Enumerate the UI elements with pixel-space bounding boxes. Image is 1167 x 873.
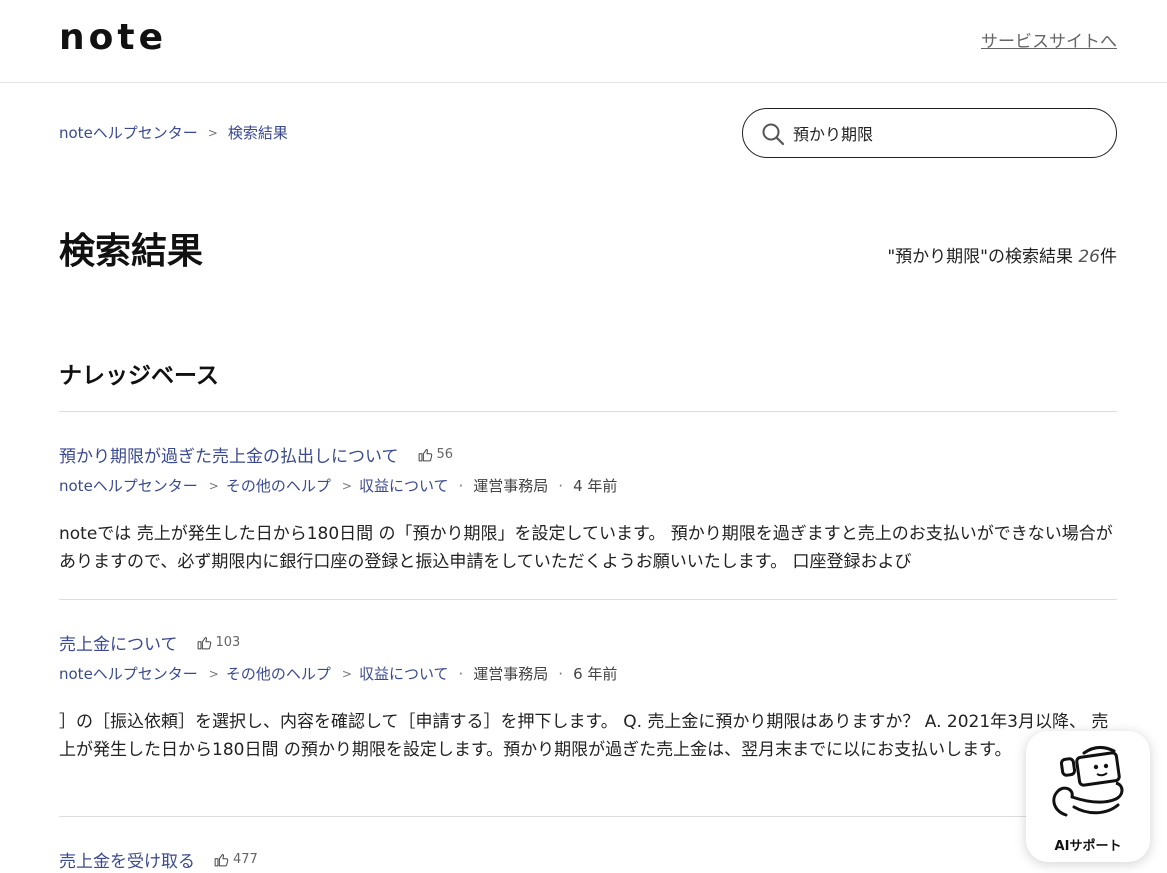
crumb-category[interactable]: その他のヘルプ	[226, 663, 331, 684]
thumbs-up-icon	[197, 636, 211, 649]
meta-dot: ·	[558, 476, 564, 495]
note-logo[interactable]: note	[59, 18, 167, 58]
result-age: 4 年前	[573, 477, 618, 495]
divider	[59, 411, 1117, 412]
divider	[59, 599, 1117, 600]
ai-support-button[interactable]: AIサポート	[1026, 731, 1150, 862]
result-age: 6 年前	[573, 665, 618, 683]
search-icon	[762, 123, 785, 146]
ai-support-label: AIサポート	[1054, 839, 1122, 854]
vote-count: 103	[196, 634, 241, 651]
thumbs-up-icon	[418, 448, 432, 461]
thumbs-up-icon	[214, 853, 229, 866]
breadcrumb: noteヘルプセンター > 検索結果	[59, 122, 288, 143]
search-result: 売上金を受け取る 477	[59, 846, 1119, 872]
crumb-separator: >	[341, 478, 352, 493]
result-snippet: noteでは 売上が発生した日から180日間 の「預かり期限」を設定しています。…	[59, 524, 1113, 572]
vote-number: 103	[215, 634, 241, 650]
crumb-separator: >	[208, 666, 219, 681]
result-title[interactable]: 売上金について	[59, 630, 178, 655]
result-meta: noteヘルプセンター > その他のヘルプ > 収益について · 運営事務局 ·…	[59, 663, 1119, 684]
crumb-section[interactable]: 収益について	[359, 475, 449, 496]
crumb-separator: >	[208, 478, 219, 493]
breadcrumb-separator: >	[207, 125, 218, 140]
site-header: note サービスサイトへ	[0, 0, 1167, 83]
result-snippet: ］の［振込依頼］を選択し、内容を確認して［申請する］を押下します。 Q. 売上金…	[59, 712, 1109, 760]
vote-count: 477	[213, 851, 258, 868]
crumb-home[interactable]: noteヘルプセンター	[59, 663, 198, 684]
search-input[interactable]	[793, 119, 1093, 147]
meta-dot: ·	[558, 664, 564, 683]
result-author: 運営事務局	[473, 477, 549, 495]
crumb-separator: >	[341, 666, 352, 681]
result-count: "預かり期限"の検索結果 26件	[887, 242, 1117, 267]
result-count-number: 26	[1078, 247, 1100, 267]
search-result: 預かり期限が過ぎた売上金の払出しについて 56 noteヘルプセンター > その…	[59, 441, 1119, 576]
crumb-category[interactable]: その他のヘルプ	[226, 475, 331, 496]
meta-dot: ·	[458, 476, 464, 495]
vote-number: 477	[233, 851, 258, 867]
service-site-link[interactable]: サービスサイトへ	[981, 27, 1117, 52]
meta-dot: ·	[458, 664, 464, 683]
vote-number: 56	[436, 446, 454, 462]
vote-count: 56	[417, 446, 454, 463]
result-author: 運営事務局	[473, 665, 549, 683]
page-title: 検索結果	[59, 231, 204, 272]
result-count-prefix: "預かり期限"の検索結果	[887, 247, 1079, 267]
result-title[interactable]: 売上金を受け取る	[59, 847, 195, 872]
result-meta: noteヘルプセンター > その他のヘルプ > 収益について · 運営事務局 ·…	[59, 475, 1119, 496]
search-result: 売上金について 103 noteヘルプセンター > その他のヘルプ > 収益につ…	[59, 629, 1119, 764]
search-box[interactable]	[742, 108, 1117, 158]
result-count-suffix: 件	[1100, 247, 1117, 267]
breadcrumb-home[interactable]: noteヘルプセンター	[59, 122, 198, 143]
result-title[interactable]: 預かり期限が過ぎた売上金の払出しについて	[59, 442, 399, 467]
crumb-section[interactable]: 収益について	[359, 663, 449, 684]
ai-mascot-icon	[1052, 746, 1124, 817]
divider	[59, 816, 1117, 817]
crumb-home[interactable]: noteヘルプセンター	[59, 475, 198, 496]
section-title: ナレッジベース	[59, 363, 219, 389]
breadcrumb-current[interactable]: 検索結果	[228, 122, 288, 143]
